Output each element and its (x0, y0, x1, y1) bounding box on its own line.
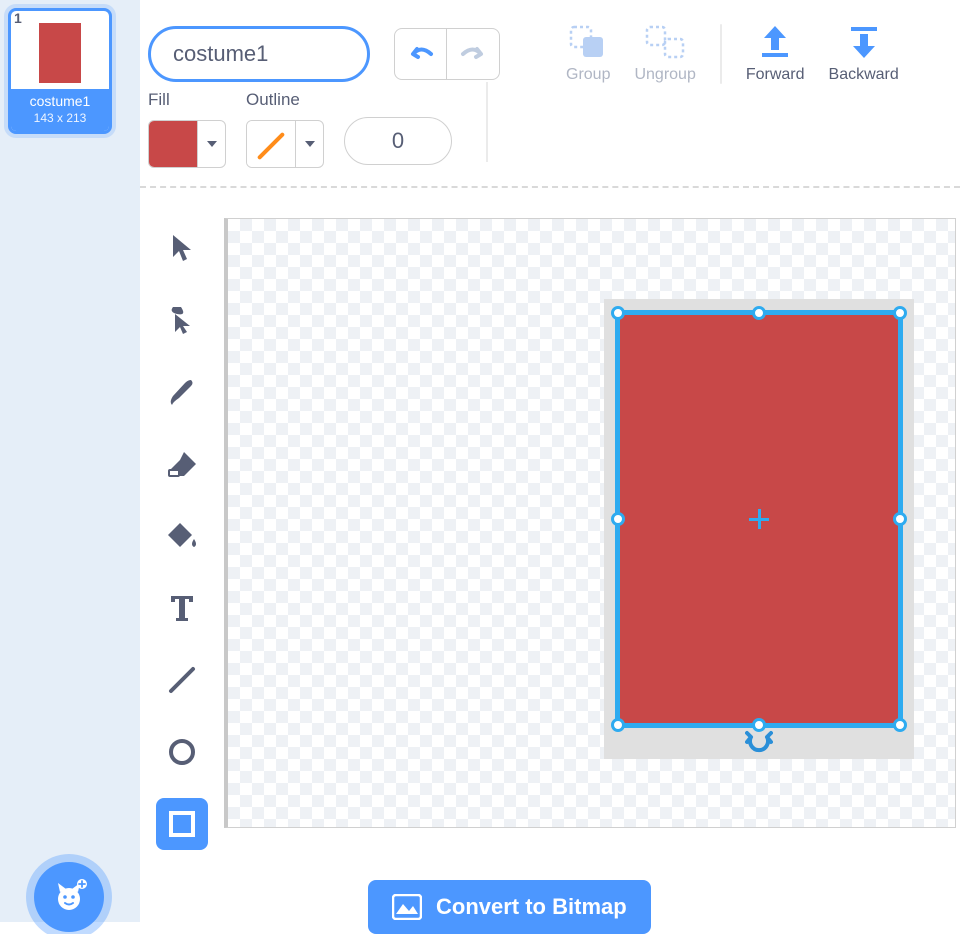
forward-icon (754, 24, 796, 60)
text-icon (169, 594, 195, 622)
group-button[interactable]: Group (566, 24, 610, 84)
resize-handle-l[interactable] (611, 512, 625, 526)
forward-button[interactable]: Forward (746, 24, 805, 84)
fill-dropdown[interactable] (197, 121, 225, 167)
costume-name-input[interactable] (148, 26, 370, 82)
fill-icon (166, 521, 198, 551)
eraser-icon (166, 450, 198, 478)
fill-control: Fill (148, 90, 226, 168)
text-tool[interactable] (156, 582, 208, 634)
costume-label: costume1 143 x 213 (11, 89, 109, 131)
outline-width-wrap: 0 (344, 90, 452, 165)
toolbar-separator (486, 82, 488, 162)
redo-button[interactable] (447, 29, 499, 79)
line-tool[interactable] (156, 654, 208, 706)
resize-handle-r[interactable] (893, 512, 907, 526)
outline-swatch-group[interactable] (246, 120, 324, 168)
convert-label: Convert to Bitmap (436, 894, 627, 920)
line-icon (167, 665, 197, 695)
rotate-handle[interactable] (745, 729, 773, 755)
fill-label: Fill (148, 90, 226, 110)
tool-palette (140, 188, 224, 922)
undo-redo-group (394, 28, 500, 80)
preview-shape (39, 23, 81, 83)
undo-icon (407, 43, 435, 65)
redo-icon (459, 43, 487, 65)
rectangle-icon (167, 809, 197, 839)
resize-handle-t[interactable] (752, 306, 766, 320)
bitmap-icon (392, 894, 422, 920)
fill-swatch-group[interactable] (148, 120, 226, 168)
chevron-down-icon (305, 141, 315, 147)
reshape-icon (167, 304, 197, 336)
resize-handle-tl[interactable] (611, 306, 625, 320)
circle-tool[interactable] (156, 726, 208, 778)
outline-swatch (247, 121, 295, 167)
rectangle-tool[interactable] (156, 798, 208, 850)
undo-button[interactable] (395, 29, 447, 79)
costume-sidebar: 1 costume1 143 x 213 (0, 0, 140, 922)
convert-to-bitmap-button[interactable]: Convert to Bitmap (368, 880, 651, 934)
outline-control: Outline (246, 90, 324, 168)
circle-icon (167, 737, 197, 767)
rotate-icon (745, 729, 773, 755)
forward-label: Forward (746, 66, 805, 84)
brush-icon (167, 377, 197, 407)
backward-button[interactable]: Backward (829, 24, 899, 84)
outline-width-input[interactable]: 0 (344, 117, 452, 165)
ungroup-icon (644, 24, 686, 60)
costume-name: costume1 (14, 93, 106, 109)
paint-canvas[interactable] (224, 218, 956, 828)
center-crosshair-icon (749, 509, 769, 529)
canvas-wrap (224, 188, 960, 922)
reshape-tool[interactable] (156, 294, 208, 346)
select-tool[interactable] (156, 222, 208, 274)
group-icon (567, 24, 609, 60)
backward-label: Backward (829, 66, 899, 84)
outline-dropdown[interactable] (295, 121, 323, 167)
fill-tool[interactable] (156, 510, 208, 562)
resize-handle-bl[interactable] (611, 718, 625, 732)
selection-bounds[interactable] (604, 299, 914, 759)
brush-tool[interactable] (156, 366, 208, 418)
editor-toolbar: Group Ungroup Forward (140, 0, 960, 188)
cat-plus-icon (49, 877, 89, 917)
editor-area (140, 188, 960, 922)
editor-main: Group Ungroup Forward (140, 0, 960, 922)
fill-swatch (149, 121, 197, 167)
backward-icon (843, 24, 885, 60)
group-label: Group (566, 66, 610, 84)
costume-thumbnail[interactable]: 1 costume1 143 x 213 (8, 8, 112, 134)
select-icon (169, 233, 195, 263)
costume-preview (11, 11, 109, 89)
outline-label: Outline (246, 90, 324, 110)
resize-handle-br[interactable] (893, 718, 907, 732)
ungroup-button[interactable]: Ungroup (634, 24, 695, 84)
costume-index: 1 (14, 10, 22, 26)
eraser-tool[interactable] (156, 438, 208, 490)
chevron-down-icon (207, 141, 217, 147)
costume-dimensions: 143 x 213 (14, 111, 106, 125)
selected-rectangle[interactable] (615, 310, 903, 728)
resize-handle-tr[interactable] (893, 306, 907, 320)
toolbar-separator (720, 24, 722, 84)
ungroup-label: Ungroup (634, 66, 695, 84)
